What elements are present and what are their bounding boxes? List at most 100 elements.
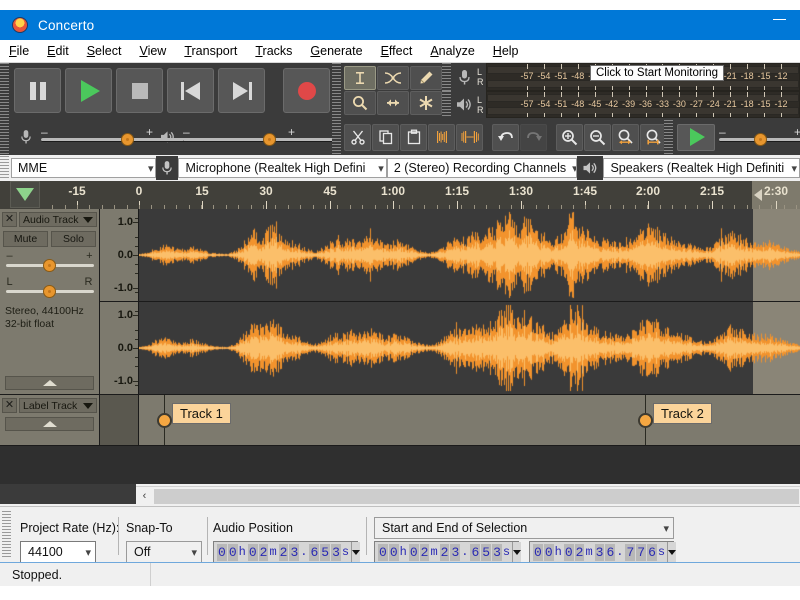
selection-start-unit[interactable]: . [461, 545, 468, 559]
selection-start-unit[interactable]: s [503, 545, 510, 559]
audio-position-unit[interactable]: h [239, 545, 246, 559]
audio-position-digit[interactable]: 6 [309, 543, 320, 561]
solo-button[interactable]: Solo [51, 231, 96, 247]
scroll-left-button[interactable]: ‹ [136, 487, 153, 505]
audio-host-select[interactable]: MME ▾ [11, 158, 157, 178]
selection-start-unit[interactable]: h [400, 545, 407, 559]
fit-project-button[interactable] [640, 123, 667, 151]
project-rate-select[interactable]: 44100 ▾ [20, 541, 96, 563]
selection-start-digit[interactable]: 2 [439, 543, 450, 561]
track-name-dropdown[interactable]: Audio Track [19, 212, 97, 227]
collapse-track-button[interactable] [5, 376, 94, 390]
audio-position-unit[interactable]: . [300, 545, 307, 559]
edit-toolbar-grip[interactable] [332, 120, 341, 154]
playback-volume-thumb[interactable] [263, 133, 276, 146]
selection-start-digit[interactable]: 2 [419, 543, 430, 561]
recording-volume-slider[interactable]: – + [41, 125, 800, 148]
menu-effect[interactable]: Effect [372, 42, 422, 60]
menu-tracks[interactable]: Tracks [246, 42, 301, 60]
stop-button[interactable] [116, 68, 163, 113]
audio-position-digit[interactable]: 2 [278, 543, 289, 561]
trim-audio-button[interactable] [428, 123, 455, 151]
audio-position-digit[interactable]: 0 [247, 543, 258, 561]
fit-selection-button[interactable] [612, 123, 639, 151]
selection-start-digit[interactable]: 0 [378, 543, 388, 561]
label-handle[interactable] [638, 413, 653, 428]
transport-toolbar-grip[interactable] [0, 63, 9, 118]
recording-volume-thumb[interactable] [121, 133, 134, 146]
playback-speed-thumb[interactable] [754, 133, 767, 146]
collapse-label-track-button[interactable] [5, 417, 94, 431]
play-at-speed-button[interactable] [677, 123, 715, 151]
skip-to-end-button[interactable] [218, 68, 265, 113]
menu-file[interactable]: File [0, 42, 38, 60]
label-track-name-dropdown[interactable]: Label Track [19, 398, 97, 413]
tools-toolbar-grip[interactable] [332, 63, 341, 118]
close-label-track-button[interactable]: ✕ [2, 398, 17, 413]
label-handle[interactable] [157, 413, 172, 428]
play-at-speed-grip[interactable] [664, 120, 673, 154]
audio-position-spinner[interactable] [351, 542, 361, 562]
menu-transport[interactable]: Transport [175, 42, 246, 60]
selection-start-field[interactable]: 00h02m23.653s [374, 541, 522, 563]
scrollbar-thumb[interactable] [154, 488, 799, 504]
selection-start-digit[interactable]: 5 [481, 543, 492, 561]
menu-view[interactable]: View [130, 42, 175, 60]
time-shift-tool[interactable] [377, 91, 409, 115]
draw-tool[interactable] [410, 66, 442, 90]
menu-analyze[interactable]: Analyze [421, 42, 483, 60]
label-chip[interactable]: Track 1 [172, 403, 231, 424]
audio-position-unit[interactable]: s [342, 545, 349, 559]
zoom-out-button[interactable] [584, 123, 611, 151]
playback-speed-slider[interactable]: – + [719, 125, 800, 148]
mixer-toolbar-grip[interactable] [0, 120, 9, 154]
selection-end-digit[interactable]: 6 [647, 543, 657, 561]
zoom-tool[interactable] [344, 91, 376, 115]
selection-end-digit[interactable]: 0 [533, 543, 543, 561]
selection-end-field[interactable]: 00h02m36.776s [529, 541, 677, 563]
microphone-icon[interactable] [451, 69, 477, 86]
selection-start-digit[interactable]: 3 [450, 543, 461, 561]
copy-button[interactable] [372, 123, 399, 151]
selection-end-spinner[interactable] [667, 542, 677, 562]
selection-end-digit[interactable]: 0 [563, 543, 574, 561]
menu-help[interactable]: Help [484, 42, 528, 60]
zoom-in-button[interactable] [556, 123, 583, 151]
selection-start-digit[interactable]: 0 [408, 543, 419, 561]
selection-end-digit[interactable]: 7 [625, 543, 636, 561]
selection-start-digit[interactable]: 6 [470, 543, 481, 561]
selection-start-digit[interactable]: 3 [492, 543, 502, 561]
cut-button[interactable] [344, 123, 371, 151]
selection-end-digit[interactable]: 0 [543, 543, 554, 561]
recording-meter-grip[interactable] [442, 63, 451, 91]
mute-button[interactable]: Mute [3, 231, 48, 247]
pan-thumb[interactable] [42, 285, 56, 298]
snap-to-select[interactable]: Off ▾ [126, 541, 202, 563]
track-pan-slider[interactable]: L R [5, 276, 94, 299]
selection-start-spinner[interactable] [512, 542, 522, 562]
track-gain-slider[interactable]: – + [5, 250, 94, 273]
audio-position-field[interactable]: 00h02m23.653s [213, 541, 361, 563]
selection-toolbar-grip[interactable] [2, 511, 11, 559]
audio-position-digit[interactable]: 0 [227, 543, 238, 561]
menu-generate[interactable]: Generate [301, 42, 371, 60]
envelope-tool[interactable] [377, 66, 409, 90]
selection-end-digit[interactable]: 2 [574, 543, 585, 561]
paste-button[interactable] [400, 123, 427, 151]
record-button[interactable] [283, 68, 330, 113]
selection-start-digit[interactable]: 0 [388, 543, 399, 561]
horizontal-scrollbar[interactable]: ‹ [136, 486, 800, 505]
selection-end-digit[interactable]: 6 [605, 543, 616, 561]
selection-end-digit[interactable]: 7 [636, 543, 647, 561]
device-toolbar-grip[interactable] [0, 156, 9, 180]
playback-device-select[interactable]: Speakers (Realtek High Definiti ▾ [603, 158, 800, 178]
selection-start-unit[interactable]: m [430, 545, 437, 559]
audio-track-control-panel[interactable]: ✕ Audio Track Mute Solo – + L R Stereo, … [0, 209, 100, 394]
timeline-ruler[interactable]: -15 0 15 30 45 1:00 1:15 1:30 1:45 2:00 2:15 2:30 [0, 181, 800, 210]
right-channel-waveform[interactable] [139, 302, 800, 394]
pause-button[interactable] [14, 68, 61, 113]
audio-position-digit[interactable]: 3 [289, 543, 300, 561]
menu-select[interactable]: Select [78, 42, 131, 60]
selection-end-unit[interactable]: m [585, 545, 592, 559]
silence-audio-button[interactable] [456, 123, 483, 151]
